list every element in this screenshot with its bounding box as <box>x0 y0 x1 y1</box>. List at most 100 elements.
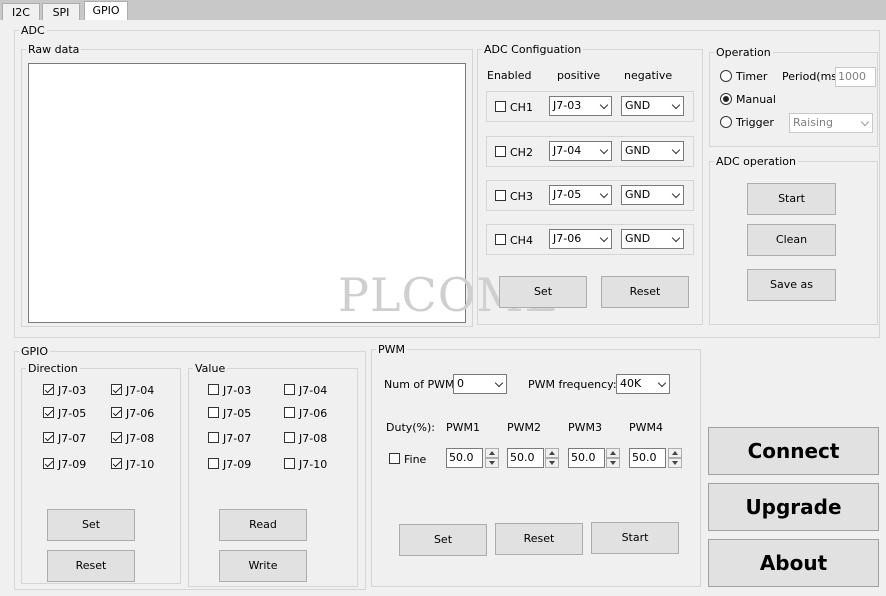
pwm3-spin-up-icon[interactable] <box>606 448 620 458</box>
chevron-down-icon <box>671 189 681 199</box>
pwm1-spin-up-icon[interactable] <box>485 448 499 458</box>
value-j7-05-checkbox[interactable] <box>208 407 219 418</box>
pwm2-spin-buttons <box>545 448 559 468</box>
manual-radio[interactable] <box>720 93 732 105</box>
chevron-down-icon <box>860 117 870 127</box>
direction-j7-03-checkbox[interactable] <box>43 384 54 395</box>
pwm2-label: PWM2 <box>507 421 541 434</box>
pwm3-spin-down-icon[interactable] <box>606 458 620 468</box>
pwm2-duty-input[interactable]: 50.0 <box>507 448 544 468</box>
adc-start-button[interactable]: Start <box>747 183 836 215</box>
value-j7-10-checkbox[interactable] <box>284 458 295 469</box>
value-j7-07-label: J7-07 <box>223 432 252 445</box>
value-j7-07-checkbox[interactable] <box>208 432 219 443</box>
direction-j7-04-checkbox[interactable] <box>111 384 122 395</box>
adc-save-as-button[interactable]: Save as <box>747 269 836 301</box>
pwm3-label: PWM3 <box>568 421 602 434</box>
value-j7-04-checkbox[interactable] <box>284 384 295 395</box>
tab-gpio[interactable]: GPIO <box>84 1 128 20</box>
pwm-reset-button[interactable]: Reset <box>495 523 583 555</box>
value-j7-05-label: J7-05 <box>223 407 252 420</box>
direction-j7-10-checkbox[interactable] <box>111 458 122 469</box>
fine-label: Fine <box>404 453 427 466</box>
direction-title: Direction <box>26 362 80 375</box>
ch3-negative-value: GND <box>625 188 651 201</box>
adc-group-title: ADC <box>19 24 47 37</box>
direction-j7-03-label: J7-03 <box>58 384 87 397</box>
direction-j7-09-checkbox[interactable] <box>43 458 54 469</box>
pwm2-spin-up-icon[interactable] <box>545 448 559 458</box>
direction-set-button[interactable]: Set <box>47 509 135 541</box>
pwm-frequency-value: 40K <box>620 377 642 390</box>
ch4-positive-select[interactable]: J7-06 <box>549 229 612 249</box>
about-button[interactable]: About <box>708 539 879 587</box>
raw-data-title: Raw data <box>26 43 82 56</box>
value-read-button[interactable]: Read <box>219 509 307 541</box>
direction-reset-button[interactable]: Reset <box>47 550 135 582</box>
trigger-radio[interactable] <box>720 116 732 128</box>
direction-j7-08-checkbox[interactable] <box>111 432 122 443</box>
ch1-positive-value: J7-03 <box>553 99 582 112</box>
pwm-frequency-select[interactable]: 40K <box>616 374 670 394</box>
tab-spi[interactable]: SPI <box>42 3 80 20</box>
value-j7-08-checkbox[interactable] <box>284 432 295 443</box>
ch3-negative-select[interactable]: GND <box>621 185 684 205</box>
value-j7-08-label: J7-08 <box>299 432 328 445</box>
direction-j7-06-checkbox[interactable] <box>111 407 122 418</box>
pwm1-spin-down-icon[interactable] <box>485 458 499 468</box>
negative-header: negative <box>624 69 673 82</box>
direction-j7-07-checkbox[interactable] <box>43 432 54 443</box>
pwm3-duty-input[interactable]: 50.0 <box>568 448 605 468</box>
period-input[interactable]: 1000 <box>835 67 876 87</box>
ch3-label: CH3 <box>510 190 533 203</box>
adc-clean-button[interactable]: Clean <box>747 224 836 256</box>
gpio-group-title: GPIO <box>19 345 51 358</box>
pwm-frequency-label: PWM frequency: <box>528 378 617 391</box>
operation-title: Operation <box>714 46 773 59</box>
tab-i2c[interactable]: I2C <box>2 3 40 20</box>
period-label: Period(ms) <box>782 70 842 83</box>
ch3-checkbox[interactable] <box>495 190 506 201</box>
value-j7-06-label: J7-06 <box>299 407 328 420</box>
ch2-positive-select[interactable]: J7-04 <box>549 141 612 161</box>
ch3-positive-select[interactable]: J7-05 <box>549 185 612 205</box>
ch4-negative-select[interactable]: GND <box>621 229 684 249</box>
pwm-start-button[interactable]: Start <box>591 522 679 554</box>
direction-j7-09-label: J7-09 <box>58 458 87 471</box>
num-pwm-select[interactable]: 0 <box>453 374 507 394</box>
ch4-label: CH4 <box>510 234 533 247</box>
pwm-set-button[interactable]: Set <box>399 524 487 556</box>
direction-j7-05-checkbox[interactable] <box>43 407 54 418</box>
pwm4-duty-input[interactable]: 50.0 <box>629 448 666 468</box>
value-j7-09-checkbox[interactable] <box>208 458 219 469</box>
fine-checkbox[interactable] <box>389 453 400 464</box>
tab-bar: I2C SPI GPIO <box>0 0 886 20</box>
value-j7-06-checkbox[interactable] <box>284 407 295 418</box>
trigger-value: Raising <box>793 116 833 129</box>
direction-j7-05-label: J7-05 <box>58 407 87 420</box>
pwm4-spin-down-icon[interactable] <box>668 458 682 468</box>
pwm4-label: PWM4 <box>629 421 663 434</box>
value-title: Value <box>193 362 228 375</box>
pwm1-duty-input[interactable]: 50.0 <box>446 448 483 468</box>
ch2-negative-select[interactable]: GND <box>621 141 684 161</box>
timer-radio[interactable] <box>720 70 732 82</box>
ch4-checkbox[interactable] <box>495 234 506 245</box>
pwm4-spin-buttons <box>668 448 682 468</box>
pwm1-label: PWM1 <box>446 421 480 434</box>
pwm4-spin-up-icon[interactable] <box>668 448 682 458</box>
direction-j7-07-label: J7-07 <box>58 432 87 445</box>
trigger-select[interactable]: Raising <box>789 113 873 133</box>
pwm2-spin-down-icon[interactable] <box>545 458 559 468</box>
ch2-checkbox[interactable] <box>495 146 506 157</box>
chevron-down-icon <box>599 100 609 110</box>
adc-config-reset-button[interactable]: Reset <box>601 276 689 308</box>
ch1-negative-select[interactable]: GND <box>621 96 684 116</box>
connect-button[interactable]: Connect <box>708 427 879 475</box>
ch1-positive-select[interactable]: J7-03 <box>549 96 612 116</box>
ch1-checkbox[interactable] <box>495 101 506 112</box>
upgrade-button[interactable]: Upgrade <box>708 483 879 531</box>
value-j7-03-checkbox[interactable] <box>208 384 219 395</box>
adc-config-set-button[interactable]: Set <box>499 276 587 308</box>
value-write-button[interactable]: Write <box>219 550 307 582</box>
